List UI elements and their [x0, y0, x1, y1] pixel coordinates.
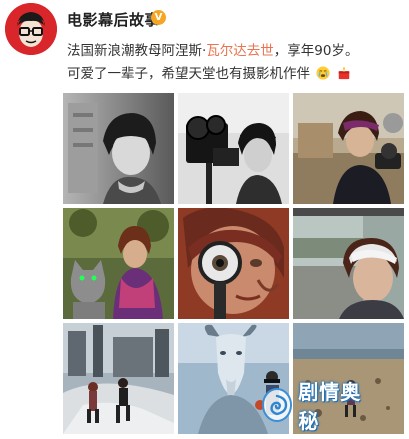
post-header: 电影幕后故事 V — [0, 0, 409, 55]
avatar[interactable] — [5, 3, 57, 55]
post-body: 法国新浪潮教母阿涅斯·瓦尔达去世，享年90岁。 可爱了一辈子，希望天堂也有摄影机… — [67, 40, 405, 86]
watermark-logo-icon — [262, 388, 293, 422]
post-text-line2: 可爱了一辈子，希望天堂也有摄影机作伴 — [67, 66, 310, 82]
photo-cat[interactable] — [63, 208, 174, 319]
photo-train-window[interactable] — [293, 208, 404, 319]
candle-gift-emoji-icon — [338, 66, 349, 80]
post-line-2: 可爱了一辈子，希望天堂也有摄影机作伴 — [67, 63, 405, 86]
photo-portrait-bw[interactable] — [63, 93, 174, 204]
verified-badge-icon: V — [151, 10, 166, 25]
post-text-prefix: 法国新浪潮教母阿涅斯· — [67, 43, 207, 59]
author-name[interactable]: 电影幕后故事 — [67, 9, 160, 30]
crying-face-emoji-icon — [316, 66, 330, 80]
site-watermark: 剧情奥秘 — [262, 380, 372, 433]
photo-industrial[interactable] — [63, 323, 174, 434]
watermark-text: 剧情奥秘 — [298, 380, 362, 433]
photo-camera-bw[interactable] — [178, 93, 289, 204]
photo-film-set[interactable] — [293, 93, 404, 204]
post-text-suffix: ，享年90岁。 — [273, 43, 359, 59]
mention-link[interactable]: 瓦尔达去世 — [206, 43, 274, 59]
photo-magnifier[interactable] — [178, 208, 289, 319]
post-line-1: 法国新浪潮教母阿涅斯·瓦尔达去世，享年90岁。 — [67, 40, 405, 63]
